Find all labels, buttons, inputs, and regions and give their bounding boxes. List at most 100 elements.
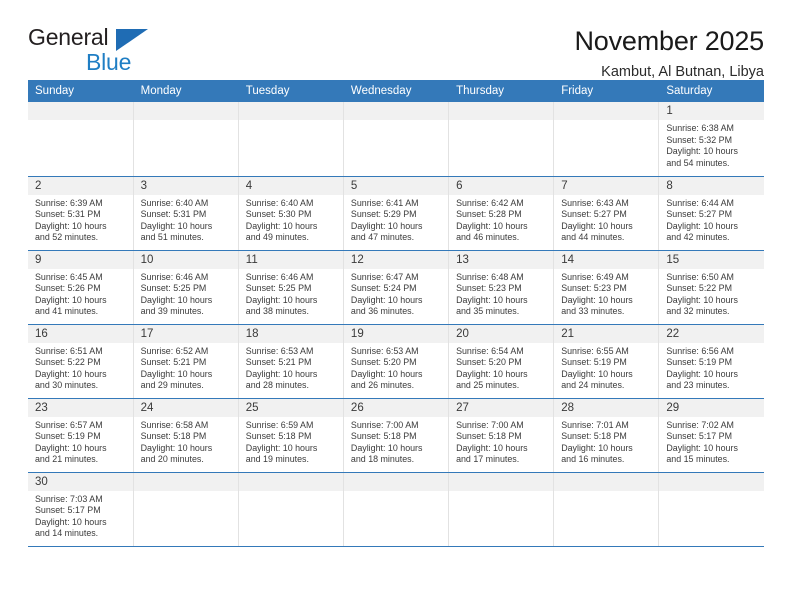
daylight-duration-line1: Daylight: 10 hours xyxy=(35,442,107,453)
day-details: Sunrise: 6:48 AM Sunset: 5:23 PM Daylight:… xyxy=(449,269,553,318)
calendar-day-cell[interactable]: 21 Sunrise: 6:55 AM Sunset: 5:19 PM Dayligh… xyxy=(553,324,660,399)
calendar-day-cell[interactable]: 13 Sunrise: 6:48 AM Sunset: 5:23 PM Dayligh… xyxy=(448,250,555,325)
general-blue-logo[interactable]: General Blue xyxy=(28,26,148,74)
daylight-duration-line1: Daylight: 10 hours xyxy=(350,368,423,379)
day-details: Sunrise: 6:52 AM Sunset: 5:21 PM Daylight:… xyxy=(134,343,238,392)
daylight-duration-line2: and 39 minutes. xyxy=(140,306,204,317)
daylight-duration-line1: Daylight: 10 hours xyxy=(666,146,738,157)
calendar-day-cell[interactable]: 30 Sunrise: 7:03 AM Sunset: 5:17 PM Dayligh… xyxy=(28,472,134,547)
daylight-duration-line1: Daylight: 10 hours xyxy=(666,294,738,305)
day-details: Sunrise: 6:43 AM Sunset: 5:27 PM Daylight:… xyxy=(554,195,658,244)
day-number: 1 xyxy=(659,102,764,120)
day-details: Sunrise: 6:40 AM Sunset: 5:31 PM Daylight:… xyxy=(134,195,238,244)
sunrise-time: Sunrise: 6:52 AM xyxy=(140,345,209,356)
day-number-empty xyxy=(449,472,554,491)
daylight-duration-line1: Daylight: 10 hours xyxy=(35,368,107,379)
calendar-cell-empty xyxy=(343,472,450,547)
calendar-day-cell[interactable]: 9 Sunrise: 6:45 AM Sunset: 5:26 PM Daylight… xyxy=(28,250,134,325)
calendar-day-cell[interactable]: 3 Sunrise: 6:40 AM Sunset: 5:31 PM Daylight… xyxy=(133,176,239,251)
day-number: 14 xyxy=(554,250,659,269)
calendar-day-cell[interactable]: 23 Sunrise: 6:57 AM Sunset: 5:19 PM Dayligh… xyxy=(28,398,134,473)
day-number: 19 xyxy=(343,324,449,343)
sunset-time: Sunset: 5:19 PM xyxy=(561,357,627,368)
calendar-day-cell[interactable]: 4 Sunrise: 6:40 AM Sunset: 5:30 PM Daylight… xyxy=(238,176,344,251)
day-number: 13 xyxy=(449,250,554,269)
sunset-time: Sunset: 5:28 PM xyxy=(456,209,522,220)
sunrise-time: Sunrise: 6:48 AM xyxy=(456,271,524,282)
calendar-day-cell[interactable]: 25 Sunrise: 6:59 AM Sunset: 5:18 PM Dayligh… xyxy=(238,398,344,473)
day-number: 4 xyxy=(238,176,343,195)
day-number: 2 xyxy=(28,176,133,195)
calendar-day-cell[interactable]: 26 Sunrise: 7:00 AM Sunset: 5:18 PM Dayligh… xyxy=(343,398,450,473)
daylight-duration-line2: and 38 minutes. xyxy=(245,306,309,317)
calendar-cell-empty xyxy=(238,102,344,177)
day-number-empty xyxy=(659,472,764,491)
daylight-duration-line2: and 16 minutes. xyxy=(561,454,625,465)
calendar-day-cell[interactable]: 6 Sunrise: 6:42 AM Sunset: 5:28 PM Daylight… xyxy=(448,176,555,251)
day-details: Sunrise: 6:55 AM Sunset: 5:19 PM Daylight:… xyxy=(554,343,658,392)
sunrise-time: Sunrise: 6:57 AM xyxy=(35,419,103,430)
daylight-duration-line1: Daylight: 10 hours xyxy=(140,442,213,453)
calendar-day-cell[interactable]: 14 Sunrise: 6:49 AM Sunset: 5:23 PM Dayligh… xyxy=(553,250,660,325)
calendar-day-cell[interactable]: 12 Sunrise: 6:47 AM Sunset: 5:24 PM Dayligh… xyxy=(343,250,450,325)
calendar-day-cell[interactable]: 28 Sunrise: 7:01 AM Sunset: 5:18 PM Dayligh… xyxy=(553,398,660,473)
calendar-day-cell[interactable]: 29 Sunrise: 7:02 AM Sunset: 5:17 PM Dayligh… xyxy=(658,398,764,473)
sunrise-time: Sunrise: 6:51 AM xyxy=(35,345,103,356)
day-details: Sunrise: 6:49 AM Sunset: 5:23 PM Daylight:… xyxy=(554,269,658,318)
daylight-duration-line2: and 44 minutes. xyxy=(561,232,625,243)
calendar-day-cell[interactable]: 16 Sunrise: 6:51 AM Sunset: 5:22 PM Dayligh… xyxy=(28,324,134,399)
daylight-duration-line1: Daylight: 10 hours xyxy=(245,220,318,231)
sunrise-time: Sunrise: 6:43 AM xyxy=(561,197,629,208)
daylight-duration-line2: and 14 minutes. xyxy=(35,528,99,539)
calendar-cell-empty xyxy=(448,102,555,177)
daylight-duration-line1: Daylight: 10 hours xyxy=(245,368,318,379)
calendar-day-cell[interactable]: 1 Sunrise: 6:38 AM Sunset: 5:32 PM Daylight… xyxy=(658,102,764,177)
daylight-duration-line2: and 46 minutes. xyxy=(456,232,520,243)
calendar-day-cell[interactable]: 18 Sunrise: 6:53 AM Sunset: 5:21 PM Dayligh… xyxy=(238,324,344,399)
day-details: Sunrise: 6:45 AM Sunset: 5:26 PM Daylight:… xyxy=(28,269,133,318)
calendar-day-cell[interactable]: 10 Sunrise: 6:46 AM Sunset: 5:25 PM Dayligh… xyxy=(133,250,239,325)
day-details: Sunrise: 6:53 AM Sunset: 5:21 PM Daylight:… xyxy=(239,343,343,392)
day-details: Sunrise: 6:46 AM Sunset: 5:25 PM Daylight:… xyxy=(239,269,343,318)
daylight-duration-line2: and 20 minutes. xyxy=(140,454,204,465)
calendar-day-cell[interactable]: 20 Sunrise: 6:54 AM Sunset: 5:20 PM Dayligh… xyxy=(448,324,555,399)
daylight-duration-line2: and 15 minutes. xyxy=(666,454,730,465)
calendar-day-cell[interactable]: 27 Sunrise: 7:00 AM Sunset: 5:18 PM Dayligh… xyxy=(448,398,555,473)
daylight-duration-line1: Daylight: 10 hours xyxy=(245,442,318,453)
calendar-day-cell[interactable]: 8 Sunrise: 6:44 AM Sunset: 5:27 PM Daylight… xyxy=(658,176,764,251)
calendar-day-cell[interactable]: 19 Sunrise: 6:53 AM Sunset: 5:20 PM Dayligh… xyxy=(343,324,450,399)
day-number: 5 xyxy=(343,176,449,195)
daylight-duration-line2: and 28 minutes. xyxy=(245,380,309,391)
calendar-day-cell[interactable]: 24 Sunrise: 6:58 AM Sunset: 5:18 PM Dayligh… xyxy=(133,398,239,473)
title-block: November 2025 Kambut, Al Butnan, Libya xyxy=(574,26,764,80)
calendar-day-cell[interactable]: 15 Sunrise: 6:50 AM Sunset: 5:22 PM Dayligh… xyxy=(658,250,764,325)
day-number: 25 xyxy=(238,398,343,417)
calendar-day-cell[interactable]: 2 Sunrise: 6:39 AM Sunset: 5:31 PM Daylight… xyxy=(28,176,134,251)
daylight-duration-line1: Daylight: 10 hours xyxy=(35,294,107,305)
sunrise-time: Sunrise: 6:47 AM xyxy=(350,271,419,282)
weekday-header-wednesday: Wednesday xyxy=(343,80,450,102)
calendar-day-cell[interactable]: 7 Sunrise: 6:43 AM Sunset: 5:27 PM Daylight… xyxy=(553,176,660,251)
sunset-time: Sunset: 5:21 PM xyxy=(140,357,207,368)
page-subtitle: Kambut, Al Butnan, Libya xyxy=(601,64,764,81)
sunset-time: Sunset: 5:29 PM xyxy=(350,209,417,220)
day-number: 27 xyxy=(449,398,554,417)
sunrise-time: Sunrise: 6:56 AM xyxy=(666,345,734,356)
calendar-week-row: 1 Sunrise: 6:38 AM Sunset: 5:32 PM Daylight… xyxy=(28,102,764,177)
sunrise-time: Sunrise: 6:38 AM xyxy=(666,123,734,133)
day-number: 11 xyxy=(238,250,343,269)
calendar-day-cell[interactable]: 22 Sunrise: 6:56 AM Sunset: 5:19 PM Dayligh… xyxy=(658,324,764,399)
sunrise-time: Sunrise: 7:01 AM xyxy=(561,419,629,430)
calendar-day-cell[interactable]: 11 Sunrise: 6:46 AM Sunset: 5:25 PM Dayligh… xyxy=(238,250,344,325)
calendar-day-cell[interactable]: 5 Sunrise: 6:41 AM Sunset: 5:29 PM Daylight… xyxy=(343,176,450,251)
day-number: 30 xyxy=(28,472,133,491)
daylight-duration-line1: Daylight: 10 hours xyxy=(140,220,213,231)
day-number: 22 xyxy=(659,324,764,343)
daylight-duration-line1: Daylight: 10 hours xyxy=(140,294,213,305)
calendar-day-cell[interactable]: 17 Sunrise: 6:52 AM Sunset: 5:21 PM Dayligh… xyxy=(133,324,239,399)
calendar-cell-empty xyxy=(343,102,450,177)
calendar-body: 1 Sunrise: 6:38 AM Sunset: 5:32 PM Daylight… xyxy=(28,102,764,547)
day-number: 20 xyxy=(449,324,554,343)
day-details: Sunrise: 6:51 AM Sunset: 5:22 PM Daylight:… xyxy=(28,343,133,392)
sunrise-time: Sunrise: 7:00 AM xyxy=(350,419,419,430)
